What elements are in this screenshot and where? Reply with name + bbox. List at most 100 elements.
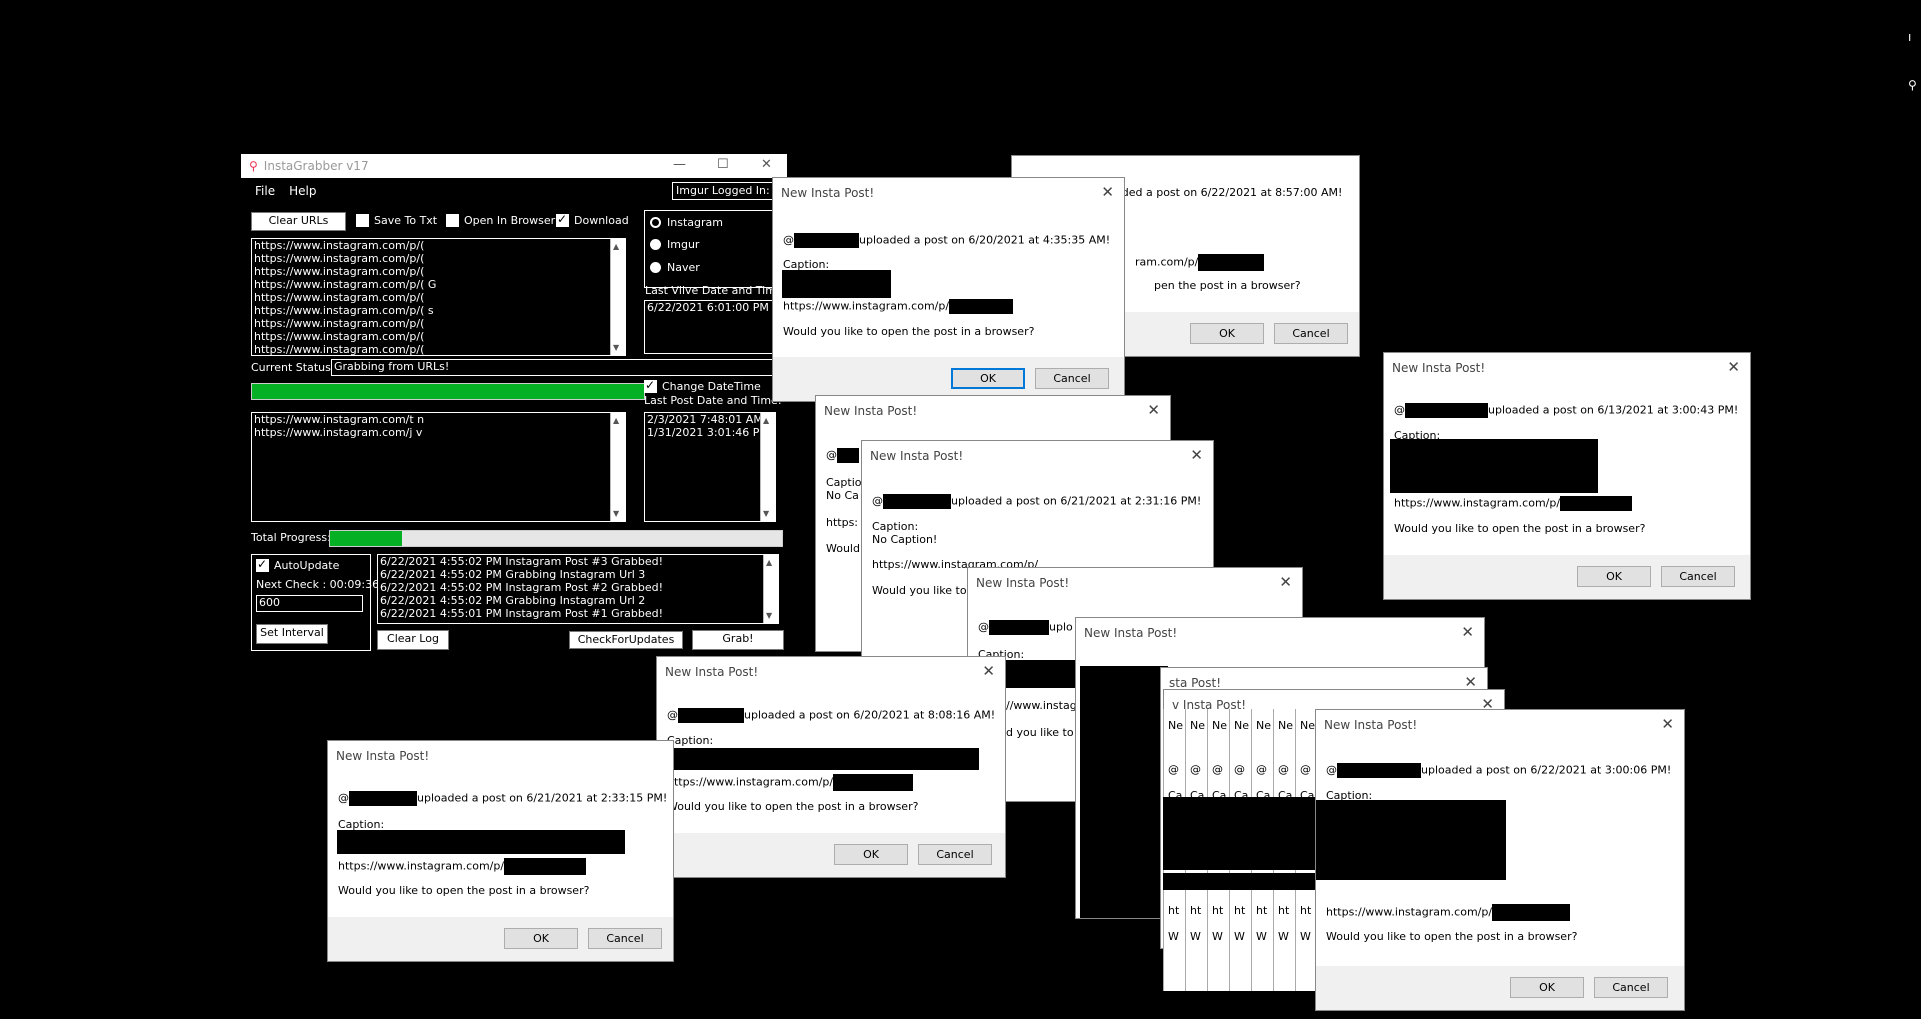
interval-input[interactable]: 600 xyxy=(256,595,363,612)
strip-text: ht xyxy=(1278,904,1290,917)
url-list[interactable]: https://www.instagram.com/p/( https://ww… xyxy=(251,238,626,356)
last-vlive-box[interactable]: 6/22/2021 6:01:00 PM xyxy=(644,300,776,354)
scrollbar[interactable] xyxy=(610,239,625,355)
change-datetime-checkbox[interactable]: Change DateTime xyxy=(644,378,761,393)
dialog-url: //www.instag xyxy=(1006,699,1077,712)
download-checkbox[interactable]: Download xyxy=(556,212,629,227)
menu-help[interactable]: Help xyxy=(289,184,316,198)
radio-label: Instagram xyxy=(667,216,723,229)
scrollbar[interactable] xyxy=(760,413,775,521)
strip-text: Ne xyxy=(1278,719,1293,732)
message-text: uploaded a post on 6/21/2021 at 2:33:15 … xyxy=(417,791,668,805)
close-icon[interactable]: ✕ xyxy=(1190,446,1203,464)
dialog-title: New Insta Post! xyxy=(781,186,875,200)
set-interval-button[interactable]: Set Interval xyxy=(256,624,328,644)
dialog-title: New Insta Post! xyxy=(976,576,1070,590)
radio-imgur[interactable]: Imgur xyxy=(650,238,699,251)
at-sign: @ xyxy=(338,791,349,805)
cancel-button[interactable]: Cancel xyxy=(918,844,992,865)
dialog-question: Would you like to open the post in a bro… xyxy=(667,800,919,813)
at-sign: @ xyxy=(872,494,883,508)
close-icon[interactable]: ✕ xyxy=(761,157,772,172)
check-for-updates-button[interactable]: CheckForUpdates xyxy=(569,631,683,649)
grab-button[interactable]: Grab! xyxy=(692,630,784,650)
strip-text: W xyxy=(1212,930,1223,943)
close-icon[interactable]: ✕ xyxy=(1727,358,1740,376)
ok-button[interactable]: OK xyxy=(834,844,908,865)
menu-file[interactable]: File xyxy=(255,184,275,198)
autoupdate-checkbox[interactable]: AutoUpdate xyxy=(256,557,339,572)
cancel-button[interactable]: Cancel xyxy=(588,928,662,949)
dialog-title: New Insta Post! xyxy=(1324,718,1418,732)
ok-button[interactable]: OK xyxy=(951,368,1025,389)
ok-button[interactable]: OK xyxy=(1190,323,1264,344)
cancel-button[interactable]: Cancel xyxy=(1274,323,1348,344)
minimize-icon[interactable]: — xyxy=(673,157,686,172)
redacted-block xyxy=(1492,904,1571,921)
close-icon[interactable]: ✕ xyxy=(982,662,995,680)
clear-urls-button[interactable]: Clear URLs xyxy=(251,212,346,231)
scrollbar[interactable] xyxy=(610,413,625,521)
message-text: uplo xyxy=(1049,620,1073,634)
redacted-block xyxy=(1198,254,1265,271)
at-sign: @ xyxy=(826,448,837,462)
cancel-button[interactable]: Cancel xyxy=(1594,977,1668,998)
dialog-question: pen the post in a browser? xyxy=(1154,279,1301,292)
log-line: 6/22/2021 4:55:01 PM Instagram Post #1 G… xyxy=(380,607,664,620)
clear-log-button[interactable]: Clear Log xyxy=(377,630,449,650)
dialog-message: @ uploaded a post on 6/20/2021 at 4:35:35… xyxy=(783,233,1110,248)
caption-label: Captio xyxy=(826,476,862,489)
instagrabber-window: ⚲ InstaGrabber v17 — ☐ ✕ File Help Imgur… xyxy=(241,154,787,654)
new-post-dialog: New Insta Post! @ uploaded a post on 6/21… xyxy=(327,740,674,962)
at-sign: @ xyxy=(978,620,989,634)
open-in-browser-checkbox[interactable]: Open In Browser xyxy=(446,214,555,227)
dialog-question: Would you like to open the post in a bro… xyxy=(338,884,590,897)
ok-button[interactable]: OK xyxy=(1510,977,1584,998)
imgur-status-field: Imgur Logged In: Fa xyxy=(672,182,773,200)
checked-icon xyxy=(644,378,657,393)
maximize-icon[interactable]: ☐ xyxy=(717,157,729,172)
save-to-txt-checkbox[interactable]: Save To Txt xyxy=(356,214,437,227)
strip-text: @ xyxy=(1278,763,1289,776)
checkbox-icon xyxy=(446,214,459,227)
strip-text: ht xyxy=(1300,904,1312,917)
redacted-block xyxy=(1390,439,1598,493)
cancel-button[interactable]: Cancel xyxy=(1035,368,1109,389)
log-line: 6/22/2021 4:55:02 PM Grabbing Instagram … xyxy=(380,568,646,581)
new-post-dialog: New Insta Post! ✕ @ uploaded a post on 6/… xyxy=(772,177,1125,402)
ok-button[interactable]: OK xyxy=(504,928,578,949)
redacted-block xyxy=(504,858,587,875)
post-date-list[interactable]: 2/3/2021 7:48:01 AM 1/31/2021 3:01:46 PM xyxy=(644,412,776,522)
list-item: https://www.instagram.com/p/( s xyxy=(254,304,434,317)
redacted-block xyxy=(337,830,625,854)
main-progress-bar xyxy=(251,383,645,400)
close-icon[interactable]: ✕ xyxy=(1461,623,1474,641)
strip-text: W xyxy=(1190,930,1201,943)
dialog-question: d you like to xyxy=(1006,726,1074,739)
redacted-block xyxy=(1080,666,1168,918)
close-icon[interactable]: ✕ xyxy=(1101,183,1114,201)
dialog-title: sta Post! xyxy=(1169,676,1222,690)
ok-button[interactable]: OK xyxy=(1577,566,1651,587)
log-list[interactable]: 6/22/2021 4:55:02 PM Instagram Post #3 G… xyxy=(377,554,779,624)
total-progress-label: Total Progress: xyxy=(251,531,331,544)
grabbed-url-list[interactable]: https://www.instagram.com/t n https://ww… xyxy=(251,412,626,522)
scrollbar[interactable] xyxy=(763,555,778,623)
url-text: https://www.instagram.com/p/ xyxy=(1326,905,1493,919)
url-text: https://www.instagram.com/p/ xyxy=(1394,496,1561,510)
close-icon[interactable]: ✕ xyxy=(1661,715,1674,733)
redacted-block xyxy=(1560,496,1633,511)
list-item: https://www.instagram.com/p/( xyxy=(254,291,425,304)
radio-naver[interactable]: Naver xyxy=(650,261,700,274)
search-icon[interactable]: ⚲ xyxy=(1908,78,1917,92)
caption-label: Caption: xyxy=(872,520,919,533)
dialog-url: https://www.instagram.com/p/ xyxy=(667,774,914,791)
cancel-button[interactable]: Cancel xyxy=(1661,566,1735,587)
dialog-question: Would you like to open the post in a bro… xyxy=(1326,930,1578,943)
dialog-message: @ uplo xyxy=(978,620,1073,635)
new-post-dialog: New Insta Post! ✕ @ uploaded a post on 6/… xyxy=(1383,352,1751,600)
dialog-message: @ xyxy=(826,448,859,463)
close-icon[interactable]: ✕ xyxy=(1147,401,1160,419)
close-icon[interactable]: ✕ xyxy=(1279,573,1292,591)
radio-instagram[interactable]: Instagram xyxy=(650,216,723,229)
